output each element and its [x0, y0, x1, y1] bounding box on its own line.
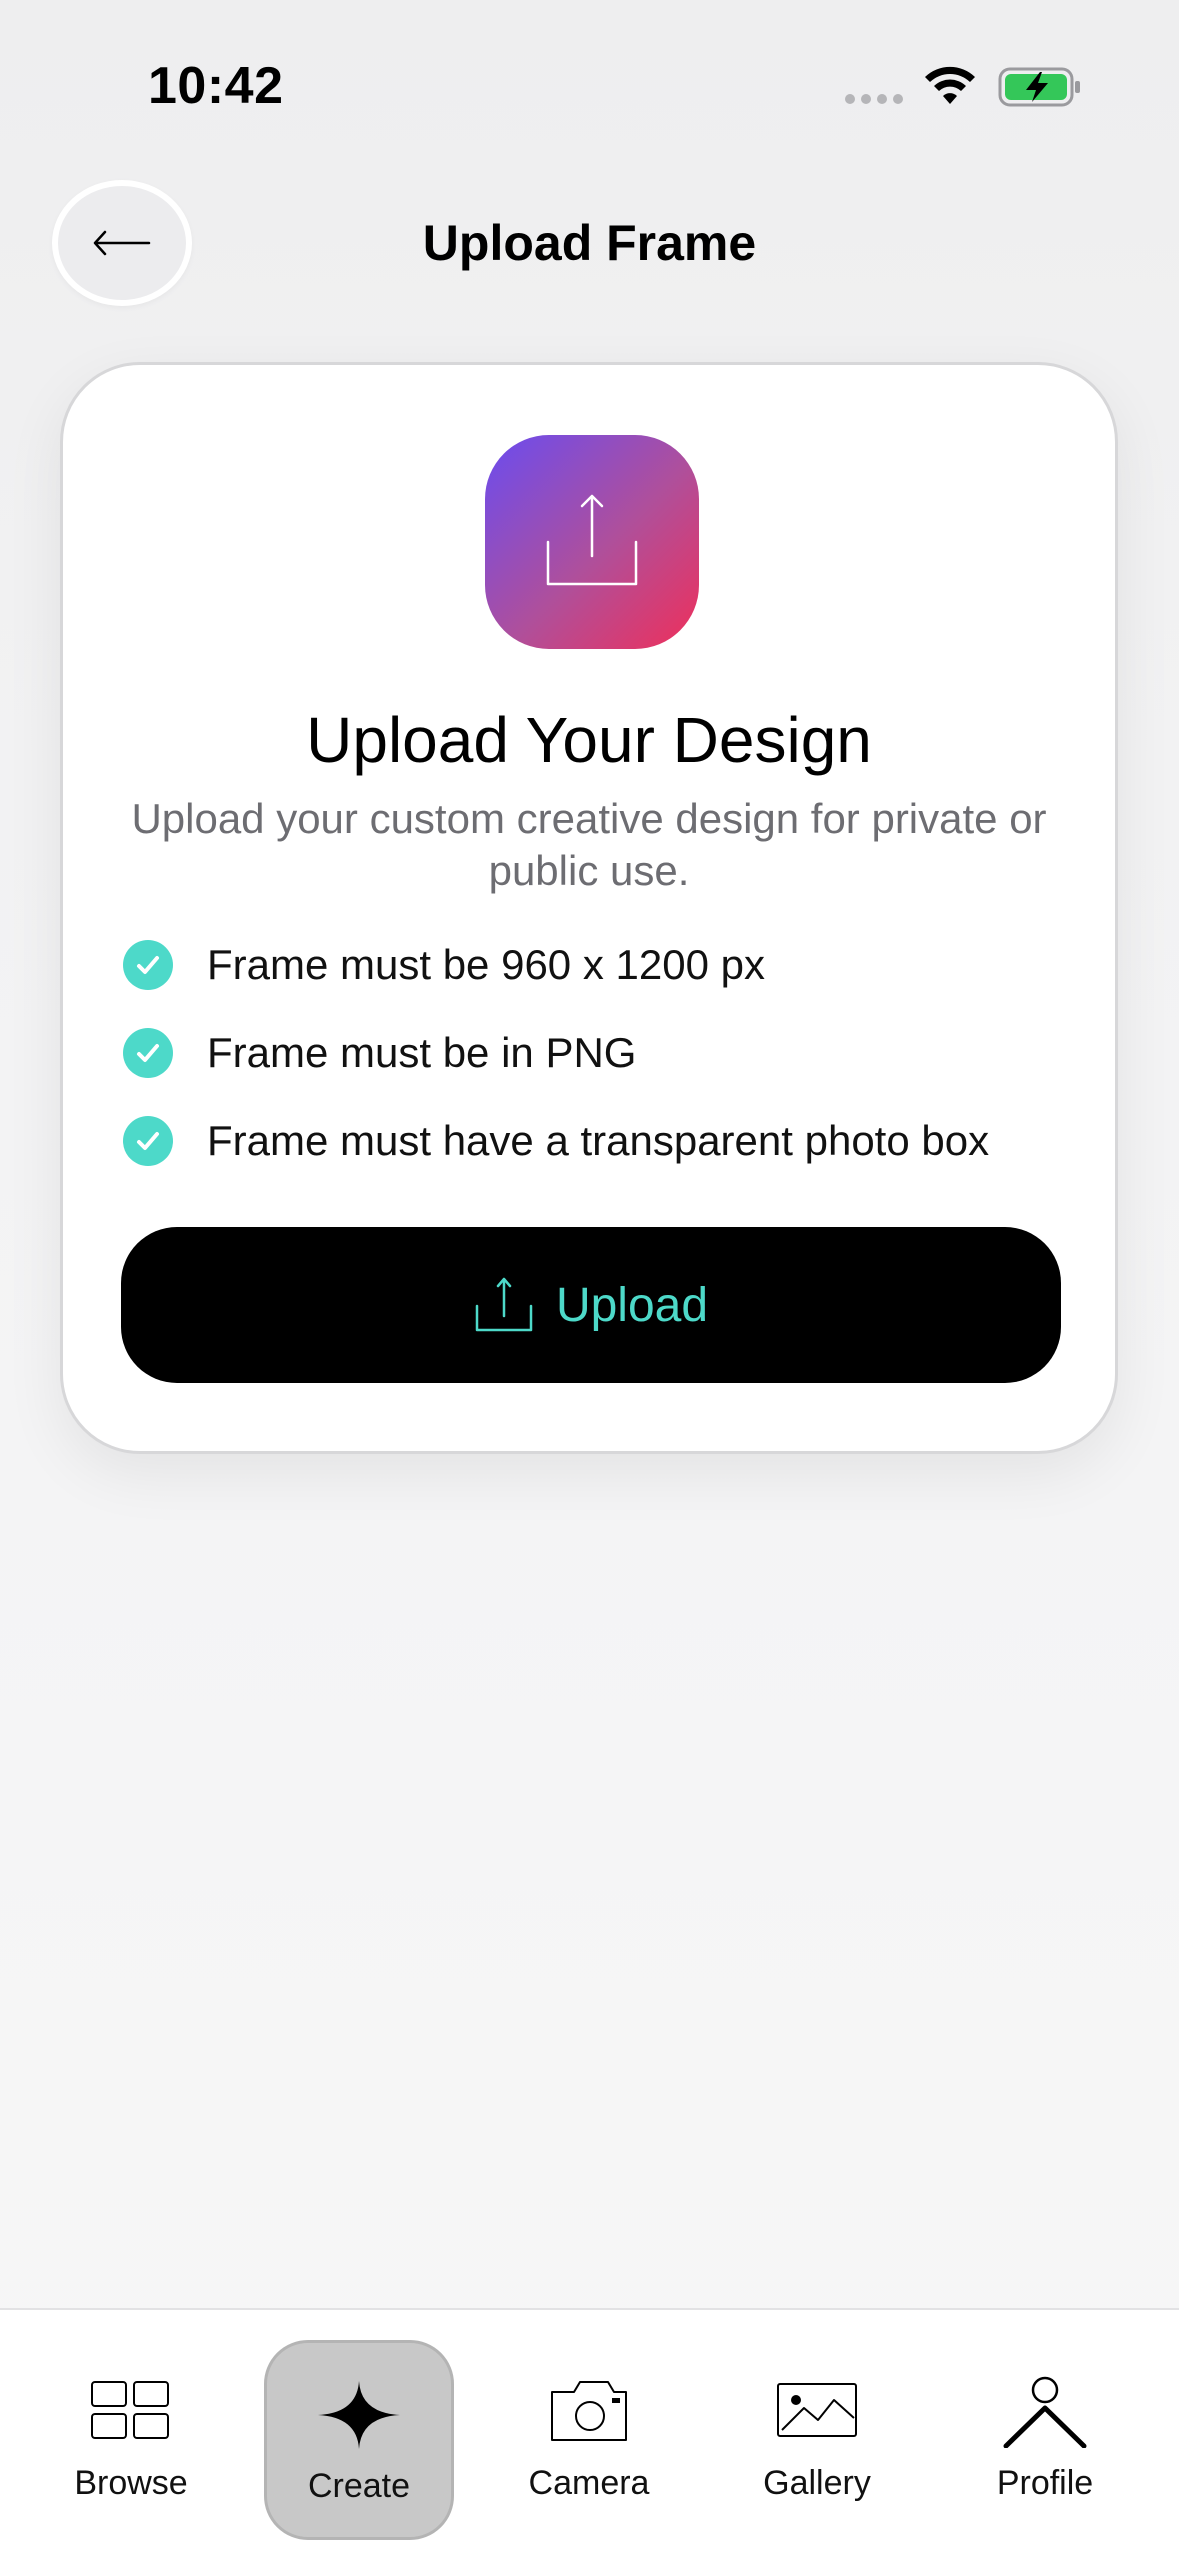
upload-button[interactable]: Upload: [121, 1227, 1061, 1383]
tab-camera[interactable]: Camera: [494, 2340, 684, 2540]
tab-bar: Browse Create Camera Gallery Profile: [0, 2308, 1179, 2556]
requirement-text: Frame must be 960 x 1200 px: [207, 941, 765, 988]
upload-card: Upload Your Design Upload your custom cr…: [60, 362, 1118, 1454]
plus-icon: [316, 2379, 402, 2451]
status-bar: 10:42: [0, 0, 1179, 160]
image-icon: [774, 2376, 860, 2448]
tab-gallery[interactable]: Gallery: [722, 2340, 912, 2540]
requirement-item: Frame must be 960 x 1200 px: [123, 935, 765, 995]
tab-profile[interactable]: Profile: [950, 2340, 1140, 2540]
cellular-signal-icon: [845, 94, 903, 104]
tab-label: Gallery: [763, 2464, 871, 2502]
card-title: Upload Your Design: [306, 704, 872, 776]
requirement-text: Frame must be in PNG: [207, 1029, 637, 1076]
camera-icon: [546, 2376, 632, 2448]
wifi-icon: [925, 66, 975, 104]
tab-label: Camera: [528, 2464, 650, 2502]
card-subtitle: Upload your custom creative design for p…: [131, 795, 1047, 894]
requirement-item: Frame must have a transparent photo box: [123, 1111, 989, 1171]
page-title: Upload Frame: [422, 215, 757, 271]
battery-charging-icon: [998, 67, 1080, 107]
check-circle-icon: [123, 1028, 173, 1078]
upload-button-label: Upload: [555, 1278, 709, 1332]
tab-create[interactable]: Create: [264, 2340, 454, 2540]
check-circle-icon: [123, 1116, 173, 1166]
grid-icon: [88, 2376, 174, 2448]
tab-label: Profile: [996, 2464, 1094, 2502]
person-icon: [1002, 2376, 1088, 2448]
requirement-text: Frame must have a transparent photo box: [207, 1117, 990, 1164]
upload-icon: [546, 494, 638, 586]
status-time: 10:42: [148, 57, 284, 115]
tab-label: Create: [307, 2467, 411, 2505]
check-circle-icon: [123, 940, 173, 990]
tab-label: Browse: [74, 2464, 188, 2502]
tab-browse[interactable]: Browse: [36, 2340, 226, 2540]
upload-app-icon: [485, 435, 699, 649]
requirement-item: Frame must be in PNG: [123, 1023, 636, 1083]
upload-icon: [475, 1277, 533, 1332]
